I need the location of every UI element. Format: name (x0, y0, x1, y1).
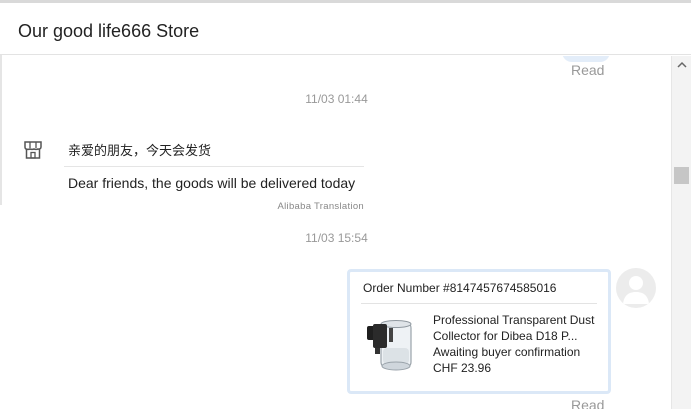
vertical-scrollbar[interactable] (671, 56, 691, 409)
translation-credit: Alibaba Translation (277, 201, 364, 212)
user-avatar-icon (616, 268, 656, 308)
read-receipt: Read (571, 397, 605, 409)
message-translation: Dear friends, the goods will be delivere… (68, 175, 356, 191)
divider (361, 303, 597, 304)
order-number[interactable]: Order Number #8147457674585016 (363, 281, 556, 295)
product-info[interactable]: Professional Transparent Dust Collector … (433, 312, 603, 376)
order-card[interactable]: Order Number #8147457674585016 Professio… (347, 269, 611, 394)
product-title[interactable]: Professional Transparent Dust Collector … (433, 312, 603, 344)
chat-window: Our good life666 Store Read 11/03 01:44 … (0, 0, 691, 409)
order-price: CHF 23.96 (433, 361, 492, 375)
store-title[interactable]: Our good life666 Store (18, 21, 199, 42)
read-receipt: Read (571, 62, 605, 78)
message-list[interactable]: Read 11/03 01:44 亲爱的朋友，今天会发货 Dear friend… (2, 56, 671, 409)
order-status: Awaiting buyer confirmation (433, 345, 581, 359)
message-timestamp: 11/03 01:44 (305, 92, 368, 106)
chat-header: Our good life666 Store (0, 6, 691, 55)
scrollbar-thumb[interactable] (674, 167, 689, 184)
message-original-text: 亲爱的朋友，今天会发货 (64, 134, 364, 167)
store-icon[interactable] (23, 140, 43, 160)
scroll-up-arrow-icon[interactable] (676, 60, 688, 70)
message-timestamp: 11/03 15:54 (305, 231, 368, 245)
incoming-message: 亲爱的朋友，今天会发货 Dear friends, the goods will… (64, 134, 364, 212)
product-image[interactable] (363, 318, 419, 376)
